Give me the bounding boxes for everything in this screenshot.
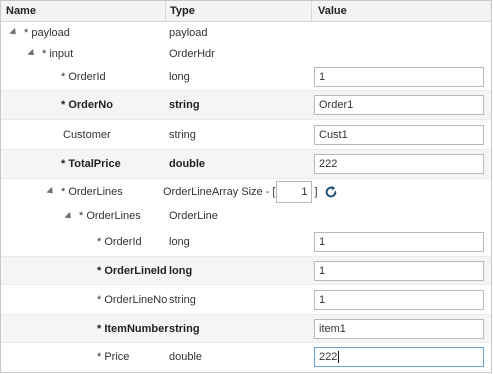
node-label: * OrderId: [61, 71, 106, 83]
expanded-triangle-icon[interactable]: [46, 186, 56, 197]
node-label: * TotalPrice: [61, 158, 121, 170]
value-cell: 1: [314, 257, 489, 284]
total-price-field[interactable]: 222: [314, 154, 484, 174]
type-cell: payload: [169, 26, 208, 39]
value-cell: item1: [314, 315, 489, 342]
type-cell: long: [169, 71, 190, 83]
column-header-type[interactable]: Type: [165, 1, 311, 21]
refresh-icon[interactable]: [324, 185, 338, 199]
value-cell: Cust1: [314, 120, 489, 149]
order-line-id-field[interactable]: 1: [314, 260, 484, 281]
tree-row-item-number[interactable]: * ItemNumber string item1: [1, 314, 491, 343]
node-label: * input: [42, 47, 74, 60]
type-cell: string: [169, 128, 196, 141]
tree-row-customer[interactable]: Customer string Cust1: [1, 120, 491, 149]
type-cell: string: [169, 322, 200, 335]
item-number-field[interactable]: item1: [314, 318, 484, 339]
array-size-suffix: ]: [314, 185, 318, 198]
order-line-no-field[interactable]: 1: [314, 289, 484, 310]
node-label: * ItemNumber: [97, 322, 169, 335]
tree-row-order-lines-array[interactable]: * OrderLines OrderLineArray Size - [ 1 ]: [1, 179, 491, 204]
price-value: 222: [319, 351, 338, 363]
expanded-triangle-icon[interactable]: [27, 48, 37, 59]
name-cell: * payload: [1, 22, 174, 43]
order-no-field[interactable]: Order1: [314, 95, 484, 115]
tree-row-order-no[interactable]: * OrderNo string Order1: [1, 90, 491, 120]
column-header-name[interactable]: Name: [6, 1, 164, 21]
array-size-label: OrderLineArray Size - [: [163, 185, 276, 198]
tree-row-line-order-id[interactable]: * OrderId long 1: [1, 228, 491, 256]
value-cell: 1: [314, 285, 489, 314]
tree-row-price[interactable]: * Price double 222: [1, 343, 491, 371]
array-size-control: OrderLineArray Size - [ 1 ]: [163, 179, 338, 204]
tree-row-order-lines[interactable]: * OrderLines OrderLine: [1, 204, 491, 228]
node-label: * OrderLines: [61, 185, 123, 198]
price-field[interactable]: 222: [314, 347, 484, 367]
tree-row-payload[interactable]: * payload payload: [1, 22, 491, 43]
type-cell: OrderLine: [169, 210, 218, 222]
node-label: Customer: [63, 128, 111, 141]
array-size-field[interactable]: 1: [276, 180, 313, 203]
tree-row-order-line-no[interactable]: * OrderLineNo string 1: [1, 285, 491, 314]
value-cell: 222: [314, 343, 489, 371]
node-label: * Price: [97, 351, 130, 363]
value-cell: 1: [314, 228, 489, 256]
type-cell: long: [169, 264, 193, 277]
node-label: * OrderLineId: [97, 264, 167, 277]
table-header: Name Type Value: [1, 1, 491, 22]
tree-row-order-id[interactable]: * OrderId long 1: [1, 64, 491, 90]
name-cell: * input: [1, 43, 192, 64]
type-cell: string: [169, 293, 196, 306]
tree-row-total-price[interactable]: * TotalPrice double 222: [1, 149, 491, 179]
type-cell: long: [169, 236, 190, 248]
tree-row-order-line-id[interactable]: * OrderLineId long 1: [1, 256, 491, 285]
column-header-value[interactable]: Value: [311, 1, 491, 21]
tree-row-input[interactable]: * input OrderHdr: [1, 43, 491, 64]
value-cell: Order1: [314, 91, 489, 119]
node-label: * OrderLineNo: [97, 293, 168, 306]
expanded-triangle-icon[interactable]: [9, 27, 19, 38]
payload-tree-table: Name Type Value * payload payload * inpu…: [0, 0, 492, 373]
type-cell: double: [169, 158, 206, 170]
line-order-id-field[interactable]: 1: [314, 232, 484, 252]
node-label: * OrderLines: [79, 210, 141, 222]
expanded-triangle-icon[interactable]: [64, 211, 74, 221]
node-label: * OrderId: [97, 236, 142, 248]
text-caret: [338, 351, 340, 364]
order-id-field[interactable]: 1: [314, 67, 484, 87]
node-label: * payload: [24, 26, 70, 39]
type-cell: double: [169, 351, 203, 363]
type-cell: OrderHdr: [169, 47, 215, 60]
value-cell: 1: [314, 64, 489, 90]
type-cell: string: [169, 99, 200, 111]
customer-field[interactable]: Cust1: [314, 124, 484, 145]
node-label: * OrderNo: [61, 99, 113, 111]
value-cell: 222: [314, 150, 489, 178]
